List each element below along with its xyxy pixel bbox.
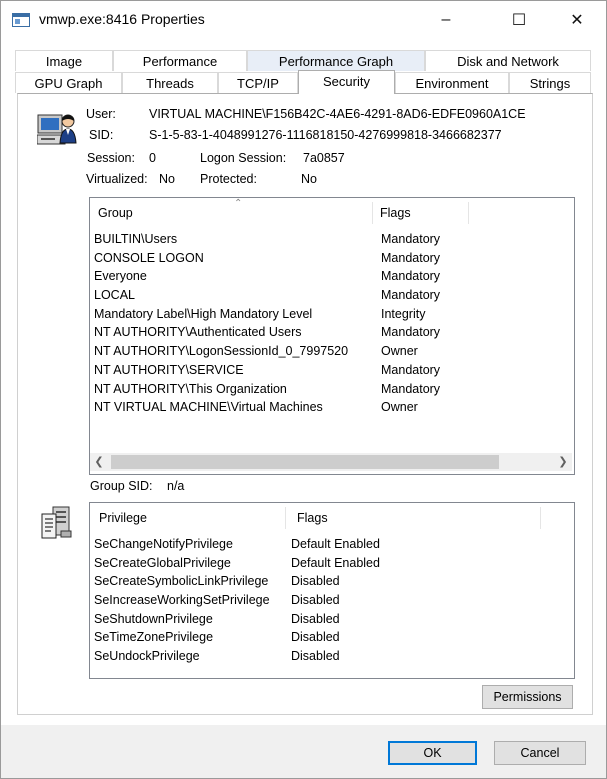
scroll-right-icon[interactable]: ❯ — [554, 453, 572, 471]
privilege-row-name[interactable]: SeShutdownPrivilege — [94, 612, 213, 626]
group-row-name[interactable]: Mandatory Label\High Mandatory Level — [94, 307, 312, 321]
tab-strings[interactable]: Strings — [509, 72, 591, 93]
group-row-name[interactable]: BUILTIN\Users — [94, 232, 177, 246]
tab-image[interactable]: Image — [15, 50, 113, 71]
column-divider[interactable] — [285, 507, 286, 529]
maximize-button[interactable]: ☐ — [496, 1, 542, 39]
privilege-row-name[interactable]: SeUndockPrivilege — [94, 649, 200, 663]
tab-row-1: Image Performance Performance Graph Disk… — [15, 50, 591, 72]
group-row-name[interactable]: NT AUTHORITY\This Organization — [94, 382, 287, 396]
group-row-flags: Mandatory — [381, 269, 441, 283]
scrollbar-thumb[interactable] — [111, 455, 499, 469]
column-header-group[interactable]: Group — [98, 198, 133, 228]
privilege-row-flags: Disabled — [291, 630, 340, 644]
group-row-flags: Mandatory — [381, 251, 441, 265]
column-divider[interactable] — [468, 202, 469, 224]
privilege-row-flags: Disabled — [291, 649, 340, 663]
privilege-row-flags: Default Enabled — [291, 537, 380, 551]
groups-horizontal-scrollbar[interactable]: ❮ ❯ — [90, 453, 572, 471]
privilege-row-name[interactable]: SeIncreaseWorkingSetPrivilege — [94, 593, 270, 607]
group-row-name[interactable]: NT AUTHORITY\Authenticated Users — [94, 325, 301, 339]
tab-performance-graph[interactable]: Performance Graph — [247, 50, 425, 71]
tab-tcp-ip[interactable]: TCP/IP — [218, 72, 298, 93]
groups-list[interactable]: ⌃ Group Flags BUILTIN\Users Mandatory CO… — [89, 197, 575, 475]
user-account-icon — [37, 114, 77, 145]
group-row-name[interactable]: NT AUTHORITY\SERVICE — [94, 363, 244, 377]
protected-label: Protected: — [200, 172, 257, 186]
group-row-name[interactable]: NT VIRTUAL MACHINE\Virtual Machines — [94, 400, 323, 414]
tab-performance[interactable]: Performance — [113, 50, 247, 71]
column-header-flags[interactable]: Flags — [380, 198, 411, 228]
group-row-flags: Integrity — [381, 307, 426, 321]
group-row-flags: Mandatory — [381, 382, 441, 396]
cancel-button[interactable]: Cancel — [494, 741, 586, 765]
title-bar[interactable]: vmwp.exe:8416 Properties – ☐ ✕ — [1, 1, 606, 39]
group-sid-label: Group SID: — [90, 479, 153, 493]
group-row-flags: Mandatory — [381, 325, 441, 339]
virtualized-value: No — [159, 172, 175, 186]
column-header-privilege[interactable]: Privilege — [99, 503, 147, 533]
group-row-name[interactable]: CONSOLE LOGON — [94, 251, 204, 265]
session-label: Session: — [87, 151, 135, 165]
group-row-name[interactable]: NT AUTHORITY\LogonSessionId_0_7997520 — [94, 344, 348, 358]
logon-session-label: Logon Session: — [200, 151, 287, 165]
privilege-row-flags: Disabled — [291, 593, 340, 607]
user-label: User: — [86, 107, 116, 121]
logon-session-value: 7a0857 — [303, 151, 345, 165]
sid-label: SID: — [89, 128, 114, 142]
session-value: 0 — [149, 151, 156, 165]
tab-security[interactable]: Security — [298, 70, 395, 94]
permissions-button[interactable]: Permissions — [482, 685, 573, 709]
ok-button[interactable]: OK — [388, 741, 477, 765]
privilege-scroll-icon — [41, 506, 72, 539]
privilege-row-name[interactable]: SeTimeZonePrivilege — [94, 630, 213, 644]
column-header-flags[interactable]: Flags — [297, 503, 328, 533]
group-sid-value: n/a — [167, 479, 185, 493]
app-window-icon — [12, 13, 30, 27]
virtualized-label: Virtualized: — [86, 172, 148, 186]
group-row-flags: Mandatory — [381, 363, 441, 377]
tab-threads[interactable]: Threads — [122, 72, 218, 93]
column-divider[interactable] — [372, 202, 373, 224]
group-row-flags: Owner — [381, 400, 418, 414]
group-row-name[interactable]: Everyone — [94, 269, 147, 283]
sort-indicator-icon: ⌃ — [234, 198, 243, 209]
tab-gpu-graph[interactable]: GPU Graph — [15, 72, 122, 93]
properties-window: vmwp.exe:8416 Properties – ☐ ✕ Image Per… — [0, 0, 607, 779]
group-row-name[interactable]: LOCAL — [94, 288, 135, 302]
minimize-button[interactable]: – — [423, 1, 469, 39]
group-row-flags: Mandatory — [381, 288, 441, 302]
tab-disk-and-network[interactable]: Disk and Network — [425, 50, 591, 71]
column-divider[interactable] — [540, 507, 541, 529]
group-row-flags: Mandatory — [381, 232, 441, 246]
privilege-row-name[interactable]: SeChangeNotifyPrivilege — [94, 537, 233, 551]
privilege-row-flags: Disabled — [291, 574, 340, 588]
privilege-row-flags: Default Enabled — [291, 556, 380, 570]
dialog-footer: OK Cancel — [1, 725, 606, 778]
tab-row-2: GPU Graph Threads TCP/IP Security Enviro… — [15, 70, 591, 94]
privilege-row-flags: Disabled — [291, 612, 340, 626]
window-title: vmwp.exe:8416 Properties — [39, 11, 205, 27]
privilege-row-name[interactable]: SeCreateGlobalPrivilege — [94, 556, 231, 570]
sid-value: S-1-5-83-1-4048991276-1116818150-4276999… — [149, 128, 502, 142]
privilege-row-name[interactable]: SeCreateSymbolicLinkPrivilege — [94, 574, 268, 588]
close-button[interactable]: ✕ — [554, 1, 600, 39]
scroll-left-icon[interactable]: ❮ — [90, 453, 108, 471]
user-value: VIRTUAL MACHINE\F156B42C-4AE6-4291-8AD6-… — [149, 107, 526, 121]
protected-value: No — [301, 172, 317, 186]
tab-environment[interactable]: Environment — [395, 72, 509, 93]
privileges-list[interactable]: Privilege Flags SeChangeNotifyPrivilege … — [89, 502, 575, 679]
group-row-flags: Owner — [381, 344, 418, 358]
